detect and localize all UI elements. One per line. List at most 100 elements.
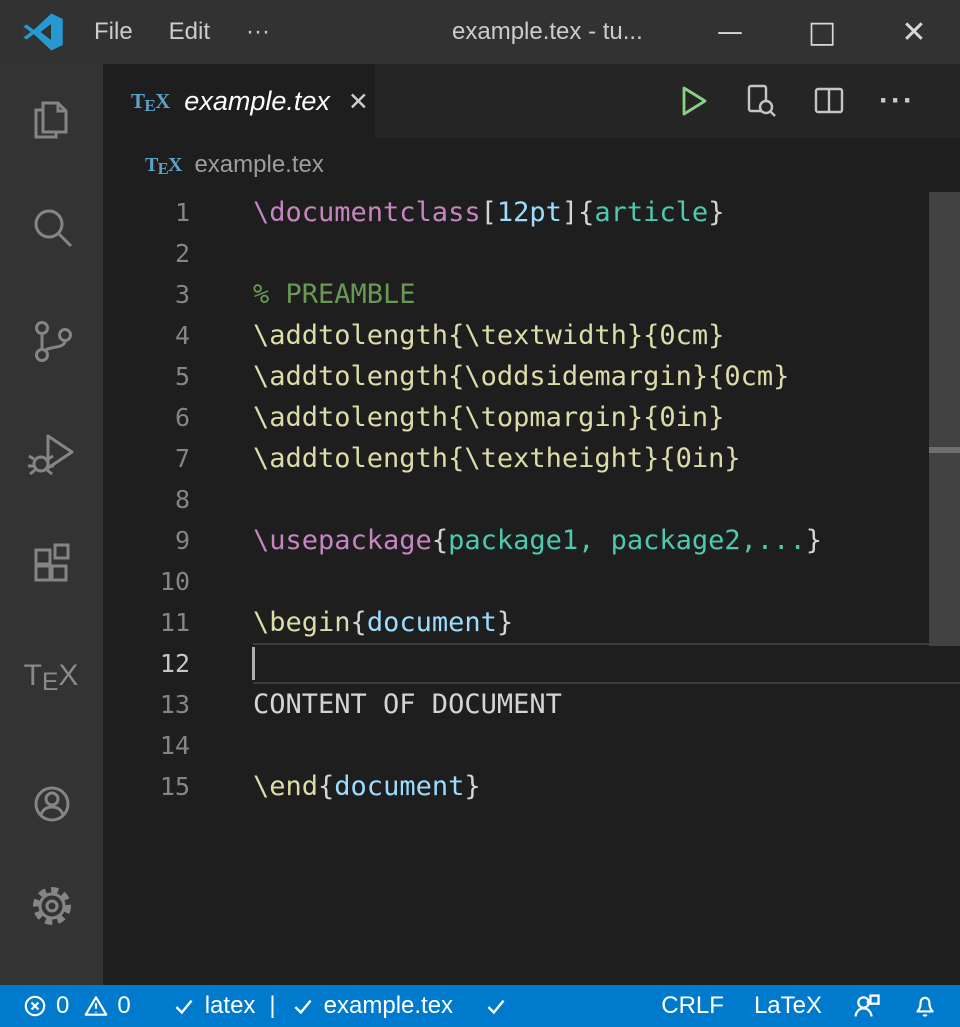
minimize-button[interactable]: — — [684, 0, 776, 64]
line-content[interactable]: \addtolength{\textheight}{0in} — [253, 438, 960, 479]
line-number[interactable]: 15 — [103, 766, 190, 807]
line-content[interactable] — [253, 479, 960, 520]
line-number[interactable]: 1 — [103, 192, 190, 233]
code-line-2[interactable]: 2 — [103, 233, 960, 274]
line-content[interactable]: \addtolength{\oddsidemargin}{0cm} — [253, 356, 960, 397]
latex-workshop-icon: TEX — [24, 659, 80, 693]
menu-file[interactable]: File — [76, 18, 151, 46]
maximize-button[interactable]: □ — [776, 0, 868, 68]
line-number[interactable]: 11 — [103, 602, 190, 643]
line-number[interactable]: 13 — [103, 684, 190, 725]
line-number[interactable]: 6 — [103, 397, 190, 438]
explorer-icon — [27, 95, 77, 145]
line-content[interactable]: \addtolength{\textwidth}{0cm} — [253, 315, 960, 356]
view-pdf-icon — [741, 81, 781, 121]
line-content[interactable] — [253, 725, 960, 766]
vertical-scrollbar[interactable] — [929, 192, 960, 646]
close-button[interactable]: ✕ — [868, 0, 960, 64]
status-bar: 0 0 latex | example.tex CRLF LaTeX — [0, 985, 960, 1027]
code-line-1[interactable]: 1 \documentclass[12pt]{article} — [103, 192, 960, 233]
line-number[interactable]: 3 — [103, 274, 190, 315]
code-line-7[interactable]: 7 \addtolength{\textheight}{0in} — [103, 438, 960, 479]
check-icon — [171, 993, 197, 1019]
menu-overflow[interactable]: ··· — [228, 18, 288, 46]
error-circle-icon — [22, 993, 48, 1019]
breadcrumb-file-label[interactable]: example.tex — [194, 151, 323, 179]
status-item-separator: | — [269, 992, 275, 1020]
status-item-problems-errors[interactable]: 0 — [22, 992, 69, 1020]
status-item-language-mode[interactable]: LaTeX — [754, 992, 822, 1020]
status-item-lint-status[interactable] — [483, 993, 509, 1019]
activity-item-extensions[interactable] — [0, 516, 103, 612]
activity-item-settings[interactable] — [0, 858, 103, 954]
line-content[interactable]: \usepackage{package1, package2,...} — [253, 520, 960, 561]
line-content[interactable]: \end{document} — [253, 766, 960, 807]
vscode-logo-icon — [22, 11, 64, 53]
line-content[interactable] — [253, 561, 960, 602]
line-content[interactable] — [253, 233, 960, 274]
source-control-icon — [27, 315, 77, 365]
activity-item-source-control[interactable] — [0, 292, 103, 388]
line-content[interactable]: % PREAMBLE — [253, 274, 960, 315]
line-content[interactable]: CONTENT OF DOCUMENT — [253, 684, 960, 725]
status-item-accounts[interactable] — [852, 992, 882, 1020]
line-number[interactable]: 5 — [103, 356, 190, 397]
run-latex-button[interactable] — [659, 64, 727, 138]
status-item-label: | — [269, 992, 275, 1020]
status-item-problems-warnings[interactable]: 0 — [83, 992, 130, 1020]
line-number[interactable]: 14 — [103, 725, 190, 766]
breadcrumb-file-icon: TEX — [145, 154, 182, 177]
activity-bar: TEX — [0, 64, 103, 985]
status-item-notifications[interactable] — [912, 993, 938, 1019]
view-pdf-button[interactable] — [727, 64, 795, 138]
code-line-10[interactable]: 10 — [103, 561, 960, 602]
activity-item-run-debug[interactable] — [0, 404, 103, 500]
tab-example-tex[interactable]: TEX example.tex ✕ — [103, 64, 375, 138]
code-line-13[interactable]: 13 CONTENT OF DOCUMENT — [103, 684, 960, 725]
more-actions-icon: ··· — [879, 84, 915, 118]
line-number[interactable]: 9 — [103, 520, 190, 561]
title-bar: File Edit ··· example.tex - tu... — □ ✕ — [0, 0, 960, 64]
menu-bar: File Edit ··· — [76, 0, 288, 64]
line-number[interactable]: 4 — [103, 315, 190, 356]
status-item-label: latex — [205, 992, 256, 1020]
overview-ruler-cursor-mark — [929, 447, 960, 453]
search-icon — [27, 203, 77, 253]
status-item-label: 0 — [117, 992, 130, 1020]
code-line-11[interactable]: 11 \begin{document} — [103, 602, 960, 643]
line-number[interactable]: 10 — [103, 561, 190, 602]
settings-gear-icon — [27, 881, 77, 931]
status-item-latex-file-status[interactable]: example.tex — [290, 992, 453, 1020]
code-line-4[interactable]: 4 \addtolength{\textwidth}{0cm} — [103, 315, 960, 356]
code-line-6[interactable]: 6 \addtolength{\topmargin}{0in} — [103, 397, 960, 438]
status-item-label: example.tex — [324, 992, 453, 1020]
line-number[interactable]: 7 — [103, 438, 190, 479]
code-line-3[interactable]: 3 % PREAMBLE — [103, 274, 960, 315]
code-line-9[interactable]: 9 \usepackage{package1, package2,...} — [103, 520, 960, 561]
code-line-14[interactable]: 14 — [103, 725, 960, 766]
accounts-icon — [27, 779, 77, 829]
activity-item-explorer[interactable] — [0, 72, 103, 168]
split-editor-button[interactable] — [795, 64, 863, 138]
code-line-15[interactable]: 15 \end{document} — [103, 766, 960, 807]
line-number[interactable]: 8 — [103, 479, 190, 520]
line-number[interactable]: 2 — [103, 233, 190, 274]
text-editor[interactable]: 1 \documentclass[12pt]{article} 23 % PREAMB… — [103, 192, 960, 985]
line-number[interactable]: 12 — [103, 643, 190, 684]
code-line-8[interactable]: 8 — [103, 479, 960, 520]
line-content[interactable]: \documentclass[12pt]{article} — [253, 192, 960, 233]
code-area: 1 \documentclass[12pt]{article} 23 % PREAMB… — [103, 192, 960, 807]
line-content[interactable]: \begin{document} — [253, 602, 960, 643]
more-actions-button[interactable]: ··· — [863, 64, 931, 138]
tab-close-icon[interactable]: ✕ — [348, 87, 369, 116]
activity-item-accounts[interactable] — [0, 756, 103, 852]
activity-item-latex-workshop[interactable]: TEX — [0, 628, 103, 724]
extensions-icon — [27, 539, 77, 589]
activity-item-search[interactable] — [0, 180, 103, 276]
menu-edit[interactable]: Edit — [151, 18, 228, 46]
status-item-latex-recipe[interactable]: latex — [171, 992, 256, 1020]
status-item-eol-selector[interactable]: CRLF — [661, 992, 724, 1020]
status-item-label: CRLF — [661, 992, 724, 1020]
line-content[interactable]: \addtolength{\topmargin}{0in} — [253, 397, 960, 438]
code-line-5[interactable]: 5 \addtolength{\oddsidemargin}{0cm} — [103, 356, 960, 397]
